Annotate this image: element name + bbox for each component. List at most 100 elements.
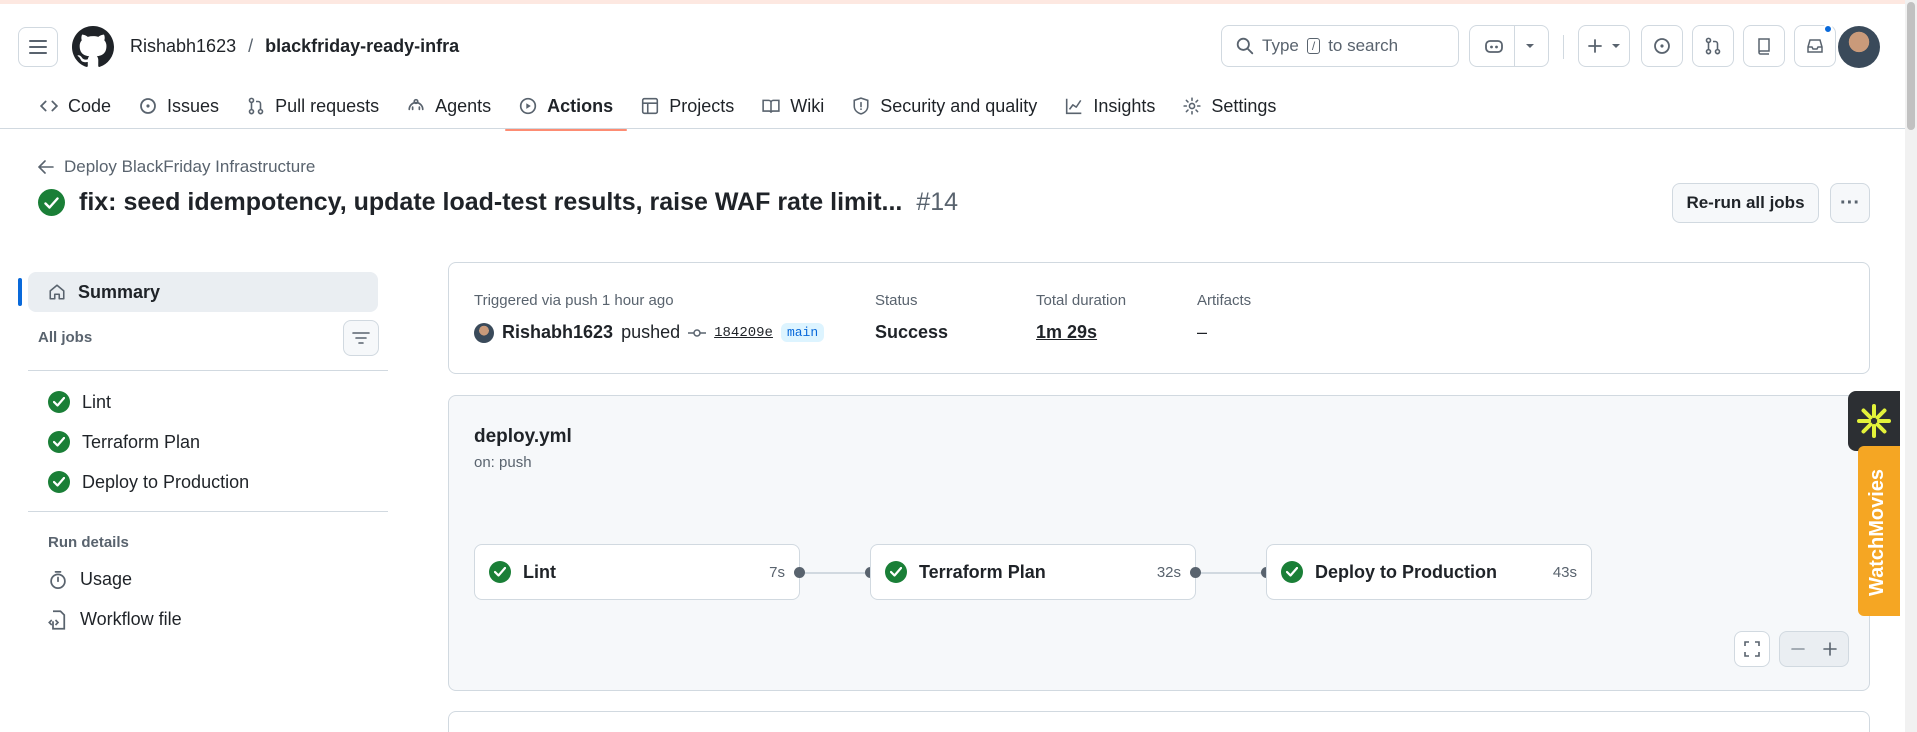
sidebar-divider (28, 511, 388, 512)
github-logo-icon[interactable] (72, 26, 114, 68)
tab-insights[interactable]: Insights (1051, 86, 1169, 126)
run-details-heading: Run details (48, 534, 129, 551)
chevron-down-icon (1525, 44, 1534, 48)
status-label: Status (875, 292, 918, 309)
stopwatch-icon (50, 570, 66, 589)
create-new-button[interactable] (1578, 25, 1630, 67)
repositories-button[interactable] (1743, 25, 1785, 67)
play-icon (520, 97, 537, 115)
repo-name-link[interactable]: blackfriday-ready-infra (265, 36, 459, 57)
fullscreen-button[interactable] (1734, 631, 1770, 667)
sidebar-job-lint[interactable]: Lint (48, 391, 111, 413)
graph-node-deploy[interactable]: Deploy to Production 43s (1266, 544, 1592, 600)
all-jobs-heading: All jobs (38, 329, 93, 346)
copilot-button[interactable] (1469, 25, 1549, 67)
commit-sha-link[interactable]: 184209e (714, 325, 773, 341)
summary-label: Summary (78, 281, 161, 302)
success-check-icon (1281, 561, 1303, 583)
scrollbar-thumb[interactable] (1907, 2, 1915, 130)
success-check-icon (48, 471, 70, 493)
filter-jobs-button[interactable] (343, 320, 379, 356)
success-check-icon (38, 189, 65, 216)
run-title-text: fix: seed idempotency, update load-test … (79, 188, 903, 216)
zoom-in-icon[interactable] (1823, 642, 1837, 656)
chevron-down-icon (1612, 44, 1620, 48)
run-number: #14 (916, 188, 959, 216)
inbox-icon (1807, 39, 1823, 53)
home-icon (49, 284, 65, 300)
duration-value[interactable]: 1m 29s (1036, 322, 1097, 343)
sidebar-job-terraform-plan[interactable]: Terraform Plan (48, 431, 200, 453)
artifacts-label: Artifacts (1197, 292, 1252, 309)
issue-icon (140, 98, 156, 114)
job-label: Deploy to Production (82, 471, 250, 492)
node-port (794, 567, 805, 578)
tab-label: Projects (669, 95, 735, 116)
back-label: Deploy BlackFriday Infrastructure (64, 157, 316, 176)
issue-icon (1654, 38, 1670, 54)
notification-indicator (1823, 24, 1833, 34)
node-label: Terraform Plan (919, 561, 1046, 582)
sidebar-item-summary[interactable]: Summary (18, 272, 378, 312)
job-label: Lint (82, 391, 112, 412)
actor-avatar[interactable] (474, 322, 494, 343)
trigger-label: Triggered via push 1 hour ago (474, 292, 674, 309)
tab-issues[interactable]: Issues (125, 86, 233, 126)
tab-security[interactable]: Security and quality (838, 86, 1051, 126)
file-code-icon (48, 609, 66, 630)
zoom-out-icon[interactable] (1791, 642, 1805, 656)
sidebar-item-workflow-file[interactable]: Workflow file (48, 609, 182, 630)
tab-label: Actions (547, 95, 614, 116)
tab-label: Pull requests (275, 95, 380, 116)
next-section-card (448, 711, 1870, 732)
repo-owner-link[interactable]: Rishabh1623 (130, 36, 236, 57)
tab-wiki[interactable]: Wiki (748, 86, 838, 126)
tab-projects[interactable]: Projects (627, 86, 748, 126)
branch-badge[interactable]: main (780, 323, 825, 342)
user-avatar[interactable] (1838, 26, 1880, 68)
success-check-icon (48, 391, 70, 413)
node-duration: 43s (1552, 563, 1577, 581)
success-check-icon (885, 561, 907, 583)
pull-requests-button[interactable] (1692, 25, 1734, 67)
workflow-file-label: Workflow file (80, 609, 182, 629)
tab-pull-requests[interactable]: Pull requests (233, 86, 393, 126)
menu-button[interactable] (18, 27, 58, 67)
status-value: Success (875, 322, 949, 342)
run-summary-card: Triggered via push 1 hour ago Rishabh162… (448, 262, 1870, 374)
book-icon (762, 99, 780, 113)
plus-icon (1588, 39, 1602, 53)
tab-label: Code (68, 95, 112, 116)
sidebar-job-deploy[interactable]: Deploy to Production (48, 471, 249, 493)
search-input[interactable]: Type / to search (1221, 25, 1459, 67)
node-label: Deploy to Production (1315, 561, 1497, 582)
success-check-icon (48, 431, 70, 453)
tab-settings[interactable]: Settings (1169, 86, 1290, 126)
run-title: fix: seed idempotency, update load-test … (38, 188, 958, 217)
issues-button[interactable] (1641, 25, 1683, 67)
tab-label: Issues (167, 95, 220, 116)
workflow-graph-card: deploy.yml on: push Lint 7s Terraform Pl… (448, 395, 1870, 691)
tab-agents[interactable]: Agents (393, 86, 505, 126)
tab-actions[interactable]: Actions (505, 86, 628, 131)
actor-link[interactable]: Rishabh1623 (502, 322, 613, 343)
node-label: Lint (523, 561, 556, 582)
node-duration: 7s (769, 563, 785, 581)
graph-connector (1201, 572, 1261, 574)
back-to-workflow-link[interactable]: Deploy BlackFriday Infrastructure (38, 157, 315, 177)
graph-node-lint[interactable]: Lint 7s (474, 544, 800, 600)
more-options-button[interactable]: ··· (1830, 183, 1870, 223)
page-scrollbar[interactable] (1905, 0, 1917, 732)
pull-request-icon (248, 97, 264, 115)
rerun-all-jobs-button[interactable]: Re-run all jobs (1672, 183, 1819, 223)
graph-node-terraform-plan[interactable]: Terraform Plan 32s (870, 544, 1196, 600)
zoom-controls (1779, 631, 1849, 667)
sidebar-item-usage[interactable]: Usage (48, 569, 132, 590)
workflow-file-name: deploy.yml (474, 426, 572, 447)
search-icon (1236, 37, 1254, 55)
node-port (1190, 567, 1201, 578)
repo-icon (1758, 38, 1770, 55)
browser-extension-widget[interactable]: WatchMovies (1848, 391, 1900, 627)
tab-code[interactable]: Code (26, 86, 125, 126)
workflow-trigger: on: push (474, 454, 532, 471)
